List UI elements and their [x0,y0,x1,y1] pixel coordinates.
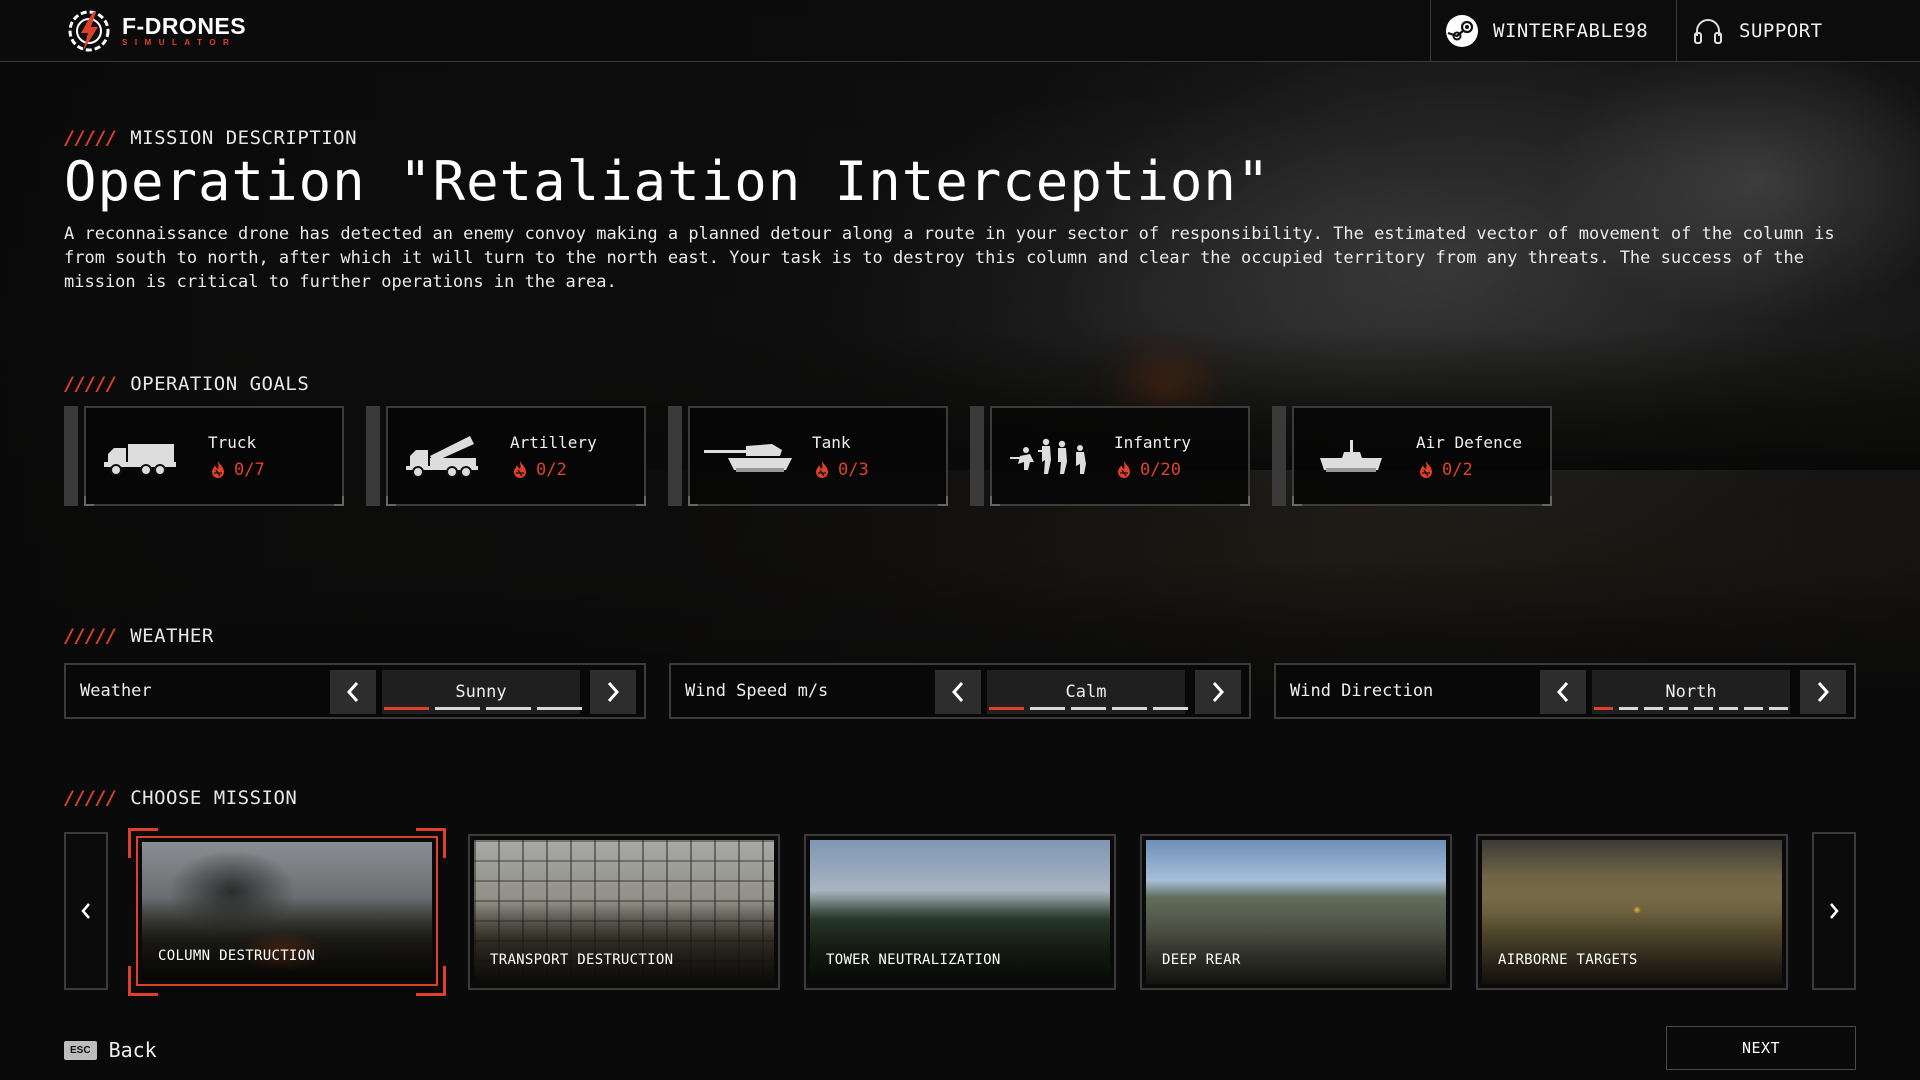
choose-mission-heading: ///// CHOOSE MISSION [64,787,297,809]
truck-icon [104,444,176,476]
back-label: Back [108,1038,157,1062]
missions-next-button[interactable] [1812,832,1856,990]
weather-heading: ///// WEATHER [64,625,214,647]
fire-icon [212,460,224,478]
goal-card-infantry: Infantry 0/20 [970,406,1250,506]
fire-icon [514,460,526,478]
fire-icon [1420,460,1432,478]
mission-description-text: A reconnaissance drone has detected an e… [64,224,1835,292]
goal-count: 0/2 [510,460,597,480]
mission-card-airborne-targets[interactable]: AIRBORNE TARGETS [1476,834,1788,990]
top-bar: F-DRONES SIMULATOR WINTERFABLE98 SUPPORT [0,0,1920,62]
goal-count: 0/2 [1416,460,1522,480]
headphones-icon [1694,19,1722,44]
section-title: WEATHER [130,625,214,647]
goal-card-artillery: Artillery 0/2 [366,406,646,506]
mission-card-deep-rear[interactable]: DEEP REAR [1140,834,1452,990]
section-slashes-icon: ///// [64,373,117,395]
section-title: MISSION DESCRIPTION [130,127,358,149]
mission-label: DEEP REAR [1162,952,1241,968]
goal-name: Tank [812,432,851,452]
tank-icon [704,444,792,472]
chevron-right-icon [1830,903,1839,919]
mission-label: AIRBORNE TARGETS [1498,952,1638,968]
goal-name: Truck [208,432,257,452]
user-profile-button[interactable]: WINTERFABLE98 [1430,0,1676,62]
wind-speed-prev-button[interactable] [935,670,981,714]
goal-count-value: 0/2 [536,459,567,480]
section-title: CHOOSE MISSION [130,787,298,809]
app-logo[interactable]: F-DRONES SIMULATOR [66,8,246,54]
chevron-left-icon [81,903,90,919]
weather-option-indicator [384,707,588,710]
mission-label: COLUMN DESTRUCTION [158,948,316,964]
section-slashes-icon: ///// [64,787,117,809]
section-slashes-icon: ///// [64,127,117,149]
esc-key-badge: ESC [64,1040,97,1060]
chevron-left-icon [346,682,359,702]
wind-direction-selector: Wind Direction North [1274,663,1856,719]
goal-count-value: 0/20 [1140,459,1181,480]
weather-selector: Weather Sunny [64,663,646,719]
fire-icon [1118,460,1130,478]
infantry-icon [1010,438,1086,474]
operation-goals-heading: ///// OPERATION GOALS [64,373,309,395]
wind-direction-option-indicator [1594,707,1794,710]
goal-count-value: 0/3 [838,459,869,480]
steam-icon [1446,15,1478,47]
section-title: OPERATION GOALS [130,373,310,395]
missions-prev-button[interactable] [64,832,108,990]
selector-label: Wind Speed m/s [685,681,829,701]
brand-name: F-DRONES [122,13,247,39]
mission-label: TRANSPORT DESTRUCTION [490,952,674,968]
back-button[interactable]: ESC Back [64,1038,157,1062]
section-slashes-icon: ///// [64,625,117,647]
selector-label: Wind Direction [1290,681,1434,701]
artillery-icon [406,436,478,478]
wind-speed-selector: Wind Speed m/s Calm [669,663,1251,719]
wind-speed-next-button[interactable] [1195,670,1241,714]
air-defence-icon [1320,440,1382,472]
support-label: SUPPORT [1739,20,1823,42]
goal-count: 0/7 [208,460,265,480]
chevron-left-icon [1556,682,1569,702]
weather-prev-button[interactable] [330,670,376,714]
mission-title: Operation "Retaliation Interception" [64,150,1271,213]
goals-list: Truck 0/7 Artillery 0/2 Tank 0/3 Infantr… [64,406,1574,506]
wind-direction-next-button[interactable] [1800,670,1846,714]
goal-count-value: 0/7 [234,459,265,480]
weather-next-button[interactable] [590,670,636,714]
chevron-right-icon [1212,682,1225,702]
goal-name: Air Defence [1416,432,1522,452]
goal-count: 0/3 [812,460,869,480]
next-button[interactable]: NEXT [1666,1026,1856,1070]
mission-label: TOWER NEUTRALIZATION [826,952,1001,968]
fire-icon [816,460,828,478]
logo-icon [68,10,110,52]
chevron-right-icon [1817,682,1830,702]
selector-label: Weather [80,681,152,701]
mission-card-column-destruction[interactable]: COLUMN DESTRUCTION [136,836,438,986]
goal-name: Infantry [1114,432,1192,452]
mission-description-heading: ///// MISSION DESCRIPTION [64,127,357,149]
goal-count: 0/20 [1114,460,1191,480]
username: WINTERFABLE98 [1493,20,1649,42]
goal-card-air-defence: Air Defence 0/2 [1272,406,1552,506]
wind-speed-option-indicator [989,707,1194,710]
goal-card-tank: Tank 0/3 [668,406,948,506]
mission-card-tower-neutralization[interactable]: TOWER NEUTRALIZATION [804,834,1116,990]
goal-card-truck: Truck 0/7 [64,406,344,506]
chevron-left-icon [951,682,964,702]
chevron-right-icon [607,682,620,702]
brand-subtitle: SIMULATOR [122,38,237,47]
goal-count-value: 0/2 [1442,459,1473,480]
goal-name: Artillery [510,432,597,452]
wind-direction-prev-button[interactable] [1540,670,1586,714]
support-button[interactable]: SUPPORT [1676,0,1920,62]
mission-card-transport-destruction[interactable]: TRANSPORT DESTRUCTION [468,834,780,990]
